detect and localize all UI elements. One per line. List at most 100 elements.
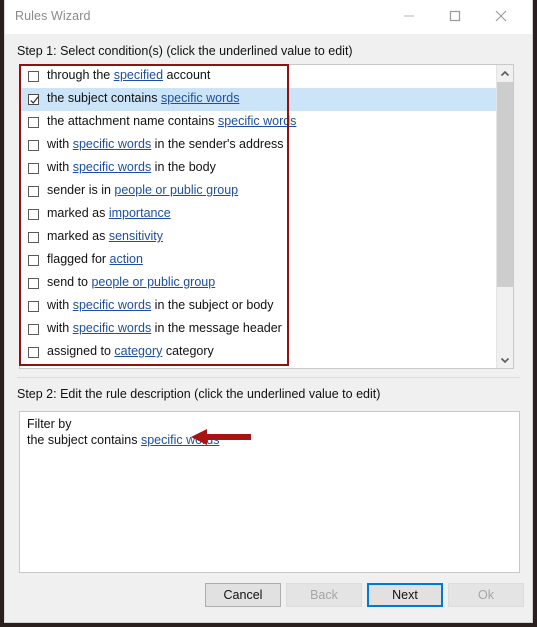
condition-text-prefix: the attachment name contains [47, 114, 218, 128]
condition-row[interactable]: assigned to category category [20, 341, 502, 364]
scroll-down-button[interactable] [497, 351, 513, 368]
condition-value-link[interactable]: specific words [73, 160, 152, 174]
conditions-list[interactable]: through the specified account the subject… [19, 64, 514, 369]
rule-description-line-1: Filter by [27, 417, 72, 431]
close-button[interactable] [478, 0, 524, 32]
condition-row[interactable]: with specific words in the subject or bo… [20, 295, 502, 318]
condition-row[interactable]: with specific words in the body [20, 157, 502, 180]
checkbox-unchecked[interactable] [28, 163, 39, 174]
conditions-scrollbar[interactable] [496, 65, 513, 368]
condition-text-suffix: account [163, 68, 211, 82]
condition-value-link[interactable]: specific words [218, 114, 297, 128]
step1-label: Step 1: Select condition(s) (click the u… [17, 44, 353, 58]
cancel-button[interactable]: Cancel [205, 583, 281, 607]
condition-text-prefix: assigned to [47, 344, 115, 358]
condition-row[interactable]: marked as sensitivity [20, 226, 502, 249]
condition-label: assigned to category category [47, 344, 214, 358]
checkbox-unchecked[interactable] [28, 140, 39, 151]
checkbox-unchecked[interactable] [28, 255, 39, 266]
condition-row[interactable]: flagged for action [20, 249, 502, 272]
condition-text-prefix: sender is in [47, 183, 115, 197]
window-title: Rules Wizard [15, 9, 91, 23]
title-bar: Rules Wizard [5, 0, 532, 34]
condition-text-prefix: with [47, 298, 73, 312]
condition-value-link[interactable]: specific words [73, 137, 152, 151]
condition-value-link[interactable]: specific words [73, 298, 152, 312]
condition-row[interactable]: through the specified account [20, 65, 502, 88]
condition-text-prefix: with [47, 160, 73, 174]
condition-text-prefix: flagged for [47, 252, 110, 266]
checkmark-icon [30, 96, 39, 104]
condition-label: send to people or public group [47, 275, 215, 289]
condition-label: sender is in people or public group [47, 183, 238, 197]
condition-row[interactable]: marked as importance [20, 203, 502, 226]
minimize-icon [404, 15, 414, 17]
close-icon [495, 10, 507, 22]
maximize-icon [449, 10, 461, 22]
checkbox-unchecked[interactable] [28, 232, 39, 243]
condition-text-suffix: category [162, 344, 214, 358]
back-button[interactable]: Back [286, 583, 362, 607]
conditions-list-inner: through the specified account the subject… [20, 65, 502, 368]
condition-text-suffix: in the body [151, 160, 216, 174]
condition-text-prefix: the subject contains [47, 91, 161, 105]
condition-label: marked as sensitivity [47, 229, 163, 243]
condition-text-prefix: send to [47, 275, 92, 289]
chevron-down-icon [500, 357, 510, 363]
checkbox-unchecked[interactable] [28, 301, 39, 312]
step2-label: Step 2: Edit the rule description (click… [17, 387, 381, 401]
checkbox-unchecked[interactable] [28, 209, 39, 220]
condition-text-suffix: in the subject or body [151, 298, 274, 312]
rule-description-prefix: the subject contains [27, 433, 141, 447]
rule-description-link[interactable]: specific words [141, 433, 220, 447]
condition-text-suffix: in the message header [151, 321, 282, 335]
condition-text-suffix: in the sender's address [151, 137, 284, 151]
next-button[interactable]: Next [367, 583, 443, 607]
condition-value-link[interactable]: people or public group [91, 275, 215, 289]
condition-value-link[interactable]: specified [114, 68, 163, 82]
scrollbar-thumb[interactable] [497, 82, 513, 287]
minimize-button[interactable] [386, 0, 432, 32]
checkbox-unchecked[interactable] [28, 278, 39, 289]
condition-value-link[interactable]: specific words [161, 91, 240, 105]
checkbox-unchecked[interactable] [28, 347, 39, 358]
condition-text-prefix: marked as [47, 206, 109, 220]
condition-value-link[interactable]: category [114, 344, 162, 358]
condition-row[interactable]: the subject contains specific words [20, 88, 502, 111]
condition-value-link[interactable]: specific words [73, 321, 152, 335]
section-divider [17, 377, 520, 378]
maximize-button[interactable] [432, 0, 478, 32]
condition-text-prefix: with [47, 137, 73, 151]
checkbox-unchecked[interactable] [28, 117, 39, 128]
condition-value-link[interactable]: importance [109, 206, 171, 220]
condition-row[interactable]: send to people or public group [20, 272, 502, 295]
condition-label: the subject contains specific words [47, 91, 239, 105]
condition-row[interactable]: with specific words in the sender's addr… [20, 134, 502, 157]
ok-button[interactable]: Ok [448, 583, 524, 607]
checkbox-unchecked[interactable] [28, 324, 39, 335]
condition-text-prefix: marked as [47, 229, 109, 243]
rules-wizard-window: Rules Wizard Step 1: Select condition(s)… [4, 0, 533, 623]
condition-label: the attachment name contains specific wo… [47, 114, 296, 128]
chevron-up-icon [500, 70, 510, 76]
condition-row[interactable]: with specific words in the message heade… [20, 318, 502, 341]
condition-label: with specific words in the sender's addr… [47, 137, 284, 151]
rule-description-box[interactable]: Filter by the subject contains specific … [19, 411, 520, 573]
checkbox-unchecked[interactable] [28, 186, 39, 197]
condition-text-prefix: with [47, 321, 73, 335]
condition-label: marked as importance [47, 206, 171, 220]
condition-label: through the specified account [47, 68, 210, 82]
scroll-up-button[interactable] [497, 65, 513, 82]
condition-value-link[interactable]: people or public group [114, 183, 238, 197]
rule-description-line-2: the subject contains specific words [27, 433, 219, 447]
condition-label: with specific words in the subject or bo… [47, 298, 274, 312]
condition-label: flagged for action [47, 252, 143, 266]
condition-value-link[interactable]: sensitivity [109, 229, 163, 243]
checkbox-unchecked[interactable] [28, 71, 39, 82]
condition-row[interactable]: the attachment name contains specific wo… [20, 111, 502, 134]
condition-label: with specific words in the body [47, 160, 216, 174]
condition-text-prefix: through the [47, 68, 114, 82]
checkbox-checked[interactable] [28, 94, 39, 105]
condition-row[interactable]: sender is in people or public group [20, 180, 502, 203]
condition-value-link[interactable]: action [110, 252, 143, 266]
